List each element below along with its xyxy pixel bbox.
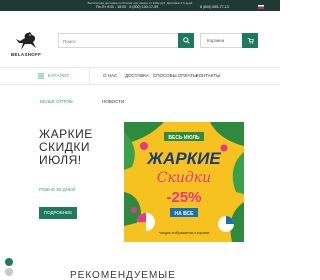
top-info-bar: Бесплатная доставка по России при заказе… [0, 0, 280, 11]
nav-item-delivery[interactable]: ДОСТАВКА [125, 73, 149, 78]
news-label[interactable]: НОВОСТИ [102, 99, 124, 104]
main-nav: КАТАЛОГ О НАС ДОСТАВКА СПОСОБЫ ОПЛАТЫ КО… [0, 67, 280, 85]
banner-discount: -25% [166, 189, 201, 206]
cart-icon-button[interactable] [242, 33, 258, 48]
hero-details-button[interactable]: ПОДРОБНЕЕ [39, 207, 77, 219]
nav-item-payment[interactable]: СПОСОБЫ ОПЛАТЫ [153, 73, 197, 78]
work-hours-phone[interactable]: Пн-Пт 9:00 - 18:00 · 8 (800) 100-17-59 [96, 5, 158, 9]
menu-icon [38, 73, 44, 79]
banner-headline: ЖАРКИЕ [146, 149, 221, 168]
chat-icon[interactable] [5, 268, 13, 276]
banner-top-text: ВЕСЬ ИЮЛЬ [168, 135, 200, 141]
logo-text: BELASHOFF [11, 52, 42, 57]
banner-footnote: *скидка отображается в корзине [159, 231, 210, 235]
banner-tag: НА ВСЕ [175, 211, 195, 217]
phone-number[interactable]: 8 (800) 555-77-13 [200, 5, 229, 9]
cart-button[interactable]: Корзина [200, 33, 258, 48]
search-button[interactable] [178, 33, 194, 48]
hero-subtitle: РОВНО 90 ДНЕЙ [39, 187, 76, 192]
hero-title: ЖАРКИЕ СКИДКИ ИЮЛЯ! [39, 127, 93, 167]
page: Бесплатная доставка по России при заказе… [0, 0, 280, 280]
nav-item-about[interactable]: О НАС [103, 73, 117, 78]
cart-icon [247, 38, 254, 44]
search-input[interactable] [63, 36, 175, 46]
promo-banner[interactable]: ВЕСЬ ИЮЛЬ ЖАРКИЕ Скидки -25% НА ВСЕ *ски… [124, 122, 244, 242]
cart-label: Корзина [207, 38, 225, 43]
nav-item-contacts[interactable]: КОНТАКТЫ [196, 73, 220, 78]
logo-crane-icon[interactable] [14, 30, 42, 52]
catalog-label: КАТАЛОГ [48, 73, 70, 78]
phone-icon[interactable] [5, 258, 13, 266]
search-icon [182, 37, 190, 44]
language-flag-icon[interactable] [258, 5, 264, 9]
catalog-button[interactable]: КАТАЛОГ [0, 68, 90, 84]
banner-script-word: Скидки [157, 170, 211, 186]
search-box [58, 33, 194, 48]
section-title-recommended: РЕКОМЕНДУЕМЫЕ [70, 270, 176, 280]
category-link[interactable]: БЕЛЬЕ ОПТОМ [40, 99, 73, 104]
